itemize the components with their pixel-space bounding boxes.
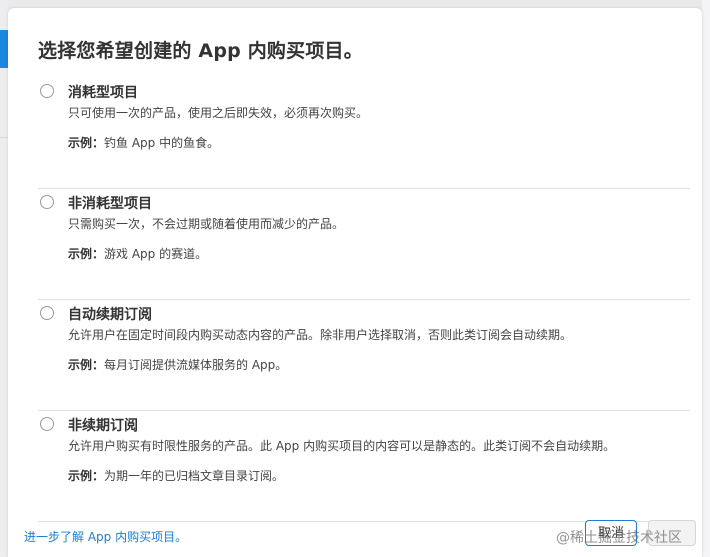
option-description: 只可使用一次的产品，使用之后即失效，必须再次购买。: [68, 106, 369, 120]
option-title: 消耗型项目: [68, 85, 138, 101]
option-auto-renewable[interactable]: 自动续期订阅 允许用户在固定时间段内购买动态内容的产品。除非用户选择取消，否则此…: [38, 300, 690, 411]
option-example: 示例：游戏 App 的赛道。: [68, 245, 207, 262]
radio-non-renewing[interactable]: [40, 417, 54, 431]
example-label: 示例：: [68, 247, 105, 261]
dialog-title: 选择您希望创建的 App 内购买项目。: [38, 40, 363, 62]
background-right-edge: [702, 0, 710, 557]
example-text: 游戏 App 的赛道。: [104, 247, 208, 261]
cancel-button[interactable]: 取消: [585, 520, 637, 546]
option-example: 示例：每月订阅提供流媒体服务的 App。: [68, 356, 287, 373]
example-label: 示例：: [68, 358, 105, 372]
option-example: 示例：钓鱼 App 中的鱼食。: [68, 134, 219, 151]
radio-non-consumable[interactable]: [40, 195, 54, 209]
option-non-consumable[interactable]: 非消耗型项目 只需购买一次，不会过期或随着使用而减少的产品。 示例：游戏 App…: [38, 189, 690, 300]
example-label: 示例：: [68, 136, 105, 150]
option-description: 允许用户购买有时限性服务的产品。此 App 内购买项目的内容可以是静态的。此类订…: [68, 439, 616, 453]
option-consumable[interactable]: 消耗型项目 只可使用一次的产品，使用之后即失效，必须再次购买。 示例：钓鱼 Ap…: [38, 78, 690, 189]
learn-more-link[interactable]: 进一步了解 App 内购买项目。: [24, 528, 187, 545]
example-text: 钓鱼 App 中的鱼食。: [104, 136, 220, 150]
option-title: 非消耗型项目: [68, 196, 152, 212]
example-text: 每月订阅提供流媒体服务的 App。: [104, 358, 288, 372]
option-description: 允许用户在固定时间段内购买动态内容的产品。除非用户选择取消，否则此类订阅会自动续…: [68, 328, 573, 342]
next-button[interactable]: [648, 520, 696, 546]
radio-auto-renewable[interactable]: [40, 306, 54, 320]
option-non-renewing[interactable]: 非续期订阅 允许用户购买有时限性服务的产品。此 App 内购买项目的内容可以是静…: [38, 411, 690, 522]
background-selected-item: [0, 30, 8, 68]
background-divider: [0, 137, 8, 138]
iap-type-dialog: 选择您希望创建的 App 内购买项目。 消耗型项目 只可使用一次的产品，使用之后…: [8, 8, 702, 557]
example-text: 为期一年的已归档文章目录订阅。: [104, 469, 285, 483]
option-description: 只需购买一次，不会过期或随着使用而减少的产品。: [68, 217, 345, 231]
example-label: 示例：: [68, 469, 105, 483]
option-example: 示例：为期一年的已归档文章目录订阅。: [68, 467, 284, 484]
radio-consumable[interactable]: [40, 84, 54, 98]
option-list: 消耗型项目 只可使用一次的产品，使用之后即失效，必须再次购买。 示例：钓鱼 Ap…: [38, 78, 690, 522]
background-sidebar: [0, 0, 8, 557]
option-title: 非续期订阅: [68, 418, 138, 434]
option-title: 自动续期订阅: [68, 307, 152, 323]
